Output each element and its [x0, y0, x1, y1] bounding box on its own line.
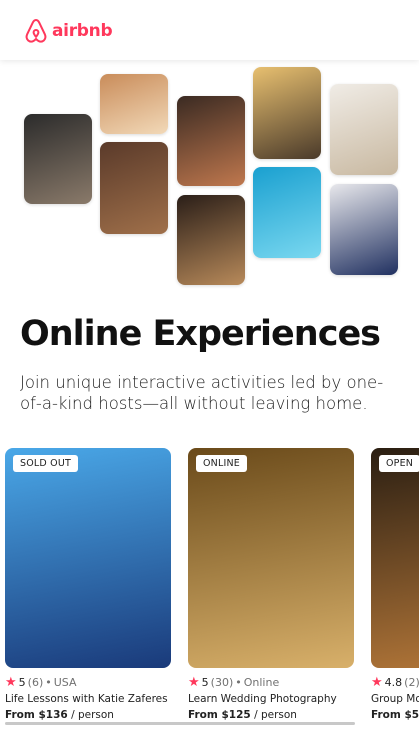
- experience-card[interactable]: SOLD OUT ★ 5 (6) • USA Life Lessons with…: [5, 448, 171, 721]
- price-unit: / person: [254, 709, 297, 721]
- airbnb-belo-icon: [25, 19, 47, 43]
- collage-photo-singer: [330, 184, 398, 275]
- collage-photo-cooking: [24, 114, 92, 204]
- experience-title[interactable]: Group Mo: [371, 693, 419, 705]
- separator-dot: •: [235, 675, 242, 689]
- collage-photo-food: [177, 96, 245, 186]
- review-count: (6): [27, 675, 44, 689]
- airbnb-logo[interactable]: airbnb: [24, 17, 113, 45]
- price: From $136 / person: [5, 709, 171, 721]
- collage-photo-yoga: [330, 84, 398, 175]
- experience-collage: [0, 60, 419, 300]
- experience-card-photo[interactable]: ONLINE: [188, 448, 354, 668]
- top-nav-bar: airbnb: [0, 0, 419, 60]
- price: From $50: [371, 709, 419, 721]
- experience-title[interactable]: Life Lessons with Katie Zaferes: [5, 693, 171, 705]
- rating-row: ★ 5 (30) • Online: [188, 674, 354, 690]
- rating-value: 5: [18, 675, 26, 689]
- star-icon: ★: [5, 674, 17, 690]
- carousel-scrollbar[interactable]: [5, 722, 355, 725]
- rating-value: 5: [201, 675, 209, 689]
- location: USA: [53, 675, 77, 689]
- price-amount: From $50: [371, 709, 419, 721]
- status-badge: ONLINE: [196, 455, 247, 472]
- review-count: (30): [210, 675, 234, 689]
- rating-row: ★ 5 (6) • USA: [5, 674, 171, 690]
- experience-title[interactable]: Learn Wedding Photography: [188, 693, 354, 705]
- price-amount: From $136: [5, 709, 68, 721]
- experience-card[interactable]: OPEN ★ 4.8 (2) Group Mo From $50: [371, 448, 419, 721]
- status-badge: SOLD OUT: [13, 455, 78, 472]
- price-amount: From $125: [188, 709, 251, 721]
- collage-photo-guitar: [177, 195, 245, 285]
- experience-card[interactable]: ONLINE ★ 5 (30) • Online Learn Wedding P…: [188, 448, 354, 721]
- experience-card-photo[interactable]: OPEN: [371, 448, 419, 668]
- star-icon: ★: [371, 674, 383, 690]
- price: From $125 / person: [188, 709, 354, 721]
- price-unit: / person: [71, 709, 114, 721]
- experience-carousel[interactable]: SOLD OUT ★ 5 (6) • USA Life Lessons with…: [0, 448, 419, 735]
- collage-photo-chef: [100, 74, 168, 134]
- experience-card-photo[interactable]: SOLD OUT: [5, 448, 171, 668]
- collage-photo-swimmer: [253, 167, 321, 258]
- location: Online: [243, 675, 280, 689]
- collage-photo-dancer: [100, 142, 168, 234]
- page-title: Online Experiences: [20, 314, 381, 354]
- logo-wordmark: airbnb: [52, 21, 113, 41]
- review-count: (2): [404, 675, 419, 689]
- rating-value: 4.8: [384, 675, 403, 689]
- collage-photo-piano: [253, 67, 321, 159]
- star-icon: ★: [188, 674, 200, 690]
- page-subtitle: Join unique interactive activities led b…: [20, 373, 384, 413]
- rating-row: ★ 4.8 (2): [371, 674, 419, 690]
- status-badge: OPEN: [379, 455, 419, 472]
- separator-dot: •: [45, 675, 52, 689]
